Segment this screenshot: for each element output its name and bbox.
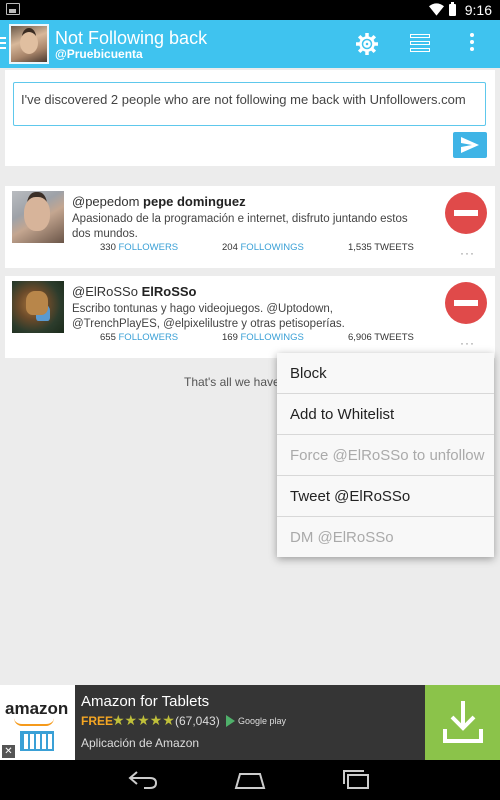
list-icon[interactable] bbox=[410, 34, 430, 54]
home-icon[interactable] bbox=[234, 770, 266, 790]
user-handle: @pepedom pepe dominguez bbox=[72, 194, 246, 209]
menu-item-add-to-whitelist[interactable]: Add to Whitelist bbox=[277, 394, 494, 435]
gallery-notification-icon bbox=[6, 3, 20, 15]
user-avatar[interactable] bbox=[12, 191, 64, 243]
tweets-count: 1,535 TWEETS bbox=[348, 242, 414, 253]
download-icon bbox=[443, 701, 483, 743]
account-handle: @Pruebicuenta bbox=[55, 47, 143, 61]
user-name: ElRoSSo bbox=[141, 284, 197, 299]
account-avatar[interactable] bbox=[9, 24, 49, 64]
battery-icon bbox=[449, 2, 456, 16]
menu-item-block[interactable]: Block bbox=[277, 353, 494, 394]
send-button[interactable] bbox=[453, 132, 487, 158]
user-overflow-menu-icon[interactable]: ··· bbox=[460, 246, 475, 260]
ad-store-label: Google play bbox=[238, 716, 287, 726]
ad-subtitle: Aplicación de Amazon bbox=[81, 736, 200, 750]
google-play-icon bbox=[226, 715, 235, 727]
overflow-menu-icon[interactable] bbox=[468, 33, 476, 55]
followers-count[interactable]: 330 FOLLOWERS bbox=[100, 242, 178, 253]
user-overflow-menu-icon[interactable]: ··· bbox=[460, 336, 475, 350]
menu-item-force-unfollow: Force @ElRoSSo to unfollow bbox=[277, 435, 494, 476]
clock: 9:16 bbox=[464, 2, 492, 18]
unfollow-button[interactable] bbox=[445, 282, 487, 324]
send-icon bbox=[461, 137, 479, 153]
ad-close-button[interactable]: ✕ bbox=[2, 745, 15, 758]
user-card[interactable]: @ElRoSSo ElRoSSo Escribo tontunas y hago… bbox=[5, 276, 495, 358]
tweets-count: 6,906 TWEETS bbox=[348, 332, 414, 343]
navigation-bar bbox=[0, 760, 500, 800]
user-avatar[interactable] bbox=[12, 281, 64, 333]
user-actions-menu: Block Add to Whitelist Force @ElRoSSo to… bbox=[277, 353, 494, 557]
page-title: Not Following back bbox=[55, 28, 208, 48]
ad-price: FREE bbox=[81, 714, 114, 728]
unfollow-button[interactable] bbox=[445, 192, 487, 234]
status-bar: 9:16 bbox=[0, 0, 500, 20]
share-card: I've discovered 2 people who are not fol… bbox=[5, 70, 495, 166]
menu-item-dm: DM @ElRoSSo bbox=[290, 529, 394, 546]
wifi-icon bbox=[429, 3, 444, 16]
followings-count[interactable]: 204 FOLLOWINGS bbox=[222, 242, 304, 253]
ad-rating-count: (67,043) bbox=[175, 714, 220, 728]
user-bio: Escribo tontunas y hago videojuegos. @Up… bbox=[72, 303, 345, 330]
settings-gear-icon[interactable] bbox=[355, 32, 379, 56]
drawer-indicator-icon[interactable] bbox=[0, 37, 6, 51]
ad-title: Amazon for Tablets bbox=[81, 693, 210, 710]
end-of-list-text: That's all we have bbox=[184, 375, 280, 389]
share-text-field[interactable]: I've discovered 2 people who are not fol… bbox=[13, 82, 486, 126]
menu-item-tweet[interactable]: Tweet @ElRoSSo bbox=[277, 476, 494, 517]
action-bar: Not Following back @Pruebicuenta bbox=[0, 20, 500, 68]
ad-download-button[interactable] bbox=[425, 685, 500, 760]
user-handle: @ElRoSSo ElRoSSo bbox=[72, 284, 197, 299]
user-bio: Apasionado de la programación e internet… bbox=[72, 213, 408, 240]
user-card[interactable]: @pepedom pepe dominguez Apasionado de la… bbox=[5, 186, 495, 268]
amazon-smile-icon bbox=[14, 718, 54, 726]
followers-count[interactable]: 655 FOLLOWERS bbox=[100, 332, 178, 343]
recent-apps-icon[interactable] bbox=[342, 770, 372, 790]
ad-banner[interactable]: amazon ✕ Amazon for Tablets FREE ★★★★★ (… bbox=[0, 685, 500, 760]
rating-stars-icon: ★★★★★ bbox=[112, 712, 175, 728]
user-name: pepe dominguez bbox=[143, 194, 246, 209]
followings-count[interactable]: 169 FOLLOWINGS bbox=[222, 332, 304, 343]
back-icon[interactable] bbox=[128, 770, 158, 790]
shopping-cart-icon bbox=[20, 731, 54, 751]
